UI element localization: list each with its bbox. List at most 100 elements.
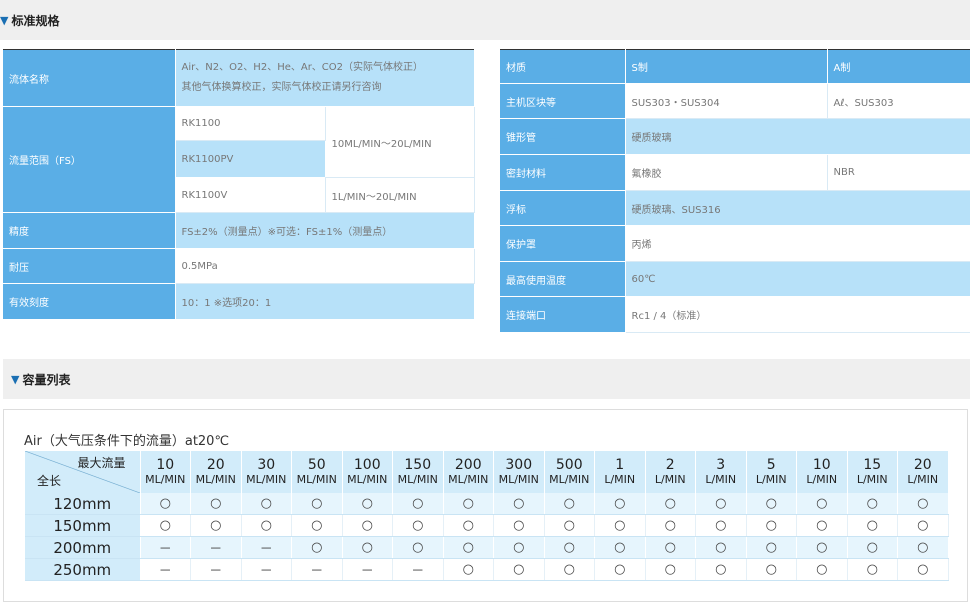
flow-column-header: 2 L/MIN (645, 451, 696, 493)
availability-cell: ○ (746, 514, 797, 537)
availability-cell: ○ (695, 493, 747, 515)
availability-cell: ○ (392, 536, 444, 559)
availability-cell: ○ (140, 493, 191, 515)
availability-cell: ○ (695, 514, 747, 537)
flow-value: 10 (156, 457, 175, 473)
length-cell: 250mm (25, 558, 141, 581)
spec-label: 耐压 (3, 248, 176, 284)
availability-cell: ○ (493, 514, 545, 537)
spec-label: 有效刻度 (3, 283, 176, 320)
flow-unit: ML/MIN (448, 473, 489, 486)
section-title: 容量列表 (22, 372, 71, 387)
flow-value: 100 (353, 457, 381, 473)
spec-label: 最高使用温度 (500, 261, 626, 297)
flow-value: 500 (555, 457, 583, 473)
availability-cell: ○ (594, 536, 646, 559)
flow-unit: ML/MIN (195, 473, 236, 486)
spec-value: 60℃ (625, 261, 970, 297)
availability-cell: ○ (190, 514, 242, 537)
flow-column-header: 10 L/MIN (796, 451, 848, 493)
spec-label: 精度 (3, 212, 176, 249)
availability-cell: － (291, 558, 343, 581)
availability-cell: ○ (645, 558, 696, 581)
flow-unit: ML/MIN (347, 473, 388, 486)
max-flow-label: 最大流量 (77, 456, 126, 470)
flow-column-header: 100 ML/MIN (342, 451, 393, 493)
spec-value: 氟橡胶 (625, 154, 828, 191)
availability-cell: ○ (645, 514, 696, 537)
flow-column-header: 10 ML/MIN (140, 451, 191, 493)
availability-cell: ○ (897, 536, 949, 559)
availability-cell: ○ (594, 493, 646, 515)
availability-cell: ○ (847, 536, 898, 559)
material-header: 材质 (500, 49, 626, 84)
availability-cell: ○ (342, 536, 393, 559)
model-cell: RK1100PV (175, 140, 325, 178)
availability-cell: ○ (342, 514, 393, 537)
flow-unit: ML/MIN (246, 473, 287, 486)
spec-value: 丙烯 (625, 225, 970, 262)
length-cell: 120mm (25, 493, 141, 515)
model-cell: RK1100 (175, 106, 326, 141)
model-cell: RK1100V (175, 177, 326, 213)
flow-value: 50 (307, 457, 326, 473)
triangle-down-icon: ▼ (11, 372, 20, 386)
spec-value: NBR (827, 154, 970, 191)
flow-value: 3 (716, 457, 726, 473)
flow-value: 200 (454, 457, 482, 473)
spec-value: 硬质玻璃、SUS316 (625, 190, 970, 226)
range-cell: 10ML/MIN〜20L/MIN (325, 106, 475, 178)
corner-header: 最大流量 全长 (25, 451, 141, 493)
flow-column-header: 200 ML/MIN (443, 451, 494, 493)
availability-cell: － (190, 558, 242, 581)
availability-cell: ○ (796, 493, 848, 515)
flow-column-header: 20 L/MIN (897, 451, 949, 493)
triangle-down-icon: ▼ (0, 13, 9, 27)
length-cell: 150mm (25, 514, 141, 537)
flow-column-header: 300 ML/MIN (493, 451, 545, 493)
availability-cell: － (241, 536, 292, 559)
spec-value: 硬质玻璃 (625, 118, 970, 155)
availability-cell: － (241, 558, 292, 581)
flow-column-header: 500 ML/MIN (544, 451, 595, 493)
right-spec-table: 材质 S制 A制 主机区块等 SUS303・SUS304 Aℓ、SUS303 锥… (500, 49, 970, 333)
spec-label: 流体名称 (3, 49, 176, 107)
gas-line-1: Air、N2、O2、H2、He、Ar、CO2（实际气体校正） (181, 62, 424, 73)
availability-cell: ○ (847, 493, 898, 515)
spec-label: 锥形管 (500, 118, 626, 155)
flow-value: 10 (812, 457, 831, 473)
availability-cell: ○ (847, 558, 898, 581)
flow-unit: ML/MIN (549, 473, 590, 486)
availability-cell: ○ (645, 493, 696, 515)
flow-column-header: 3 L/MIN (695, 451, 747, 493)
spec-value: 0.5MPa (175, 248, 475, 284)
availability-cell: ○ (847, 514, 898, 537)
availability-cell: ○ (796, 536, 848, 559)
flow-unit: L/MIN (604, 473, 636, 486)
spec-value: FS±2%（测量点）※可选：FS±1%（测量点） (175, 212, 474, 249)
capacity-caption: Air（大气压条件下的流量）at20℃ (24, 434, 230, 449)
table-row: 150mm ○ ○ ○ ○ ○ ○ ○ ○ ○ ○ ○ ○ ○ ○ ○ ○ (25, 514, 949, 537)
flow-value: 1 (615, 457, 625, 473)
table-row: 120mm ○ ○ ○ ○ ○ ○ ○ ○ ○ ○ ○ ○ ○ ○ ○ ○ (25, 493, 949, 515)
flow-value: 30 (257, 457, 276, 473)
flow-unit: L/MIN (654, 473, 686, 486)
flow-value: 300 (505, 457, 533, 473)
flow-unit: L/MIN (806, 473, 838, 486)
spec-value: SUS303・SUS304 (625, 83, 828, 119)
flow-column-header: 1 L/MIN (594, 451, 646, 493)
availability-cell: ○ (746, 493, 797, 515)
flow-column-header: 50 ML/MIN (291, 451, 343, 493)
flow-unit: L/MIN (907, 473, 939, 486)
spec-value: Rc1 / 4（标准） (625, 296, 970, 333)
availability-cell: ○ (746, 558, 797, 581)
availability-cell: ○ (897, 558, 949, 581)
flow-value: 150 (404, 457, 432, 473)
flow-column-header: 15 L/MIN (847, 451, 898, 493)
availability-cell: ○ (443, 514, 494, 537)
availability-cell: ○ (493, 558, 545, 581)
range-cell: 1L/MIN〜20L/MIN (325, 177, 475, 213)
flow-value: 15 (863, 457, 882, 473)
flow-column-header: 150 ML/MIN (392, 451, 444, 493)
availability-cell: ○ (392, 493, 444, 515)
